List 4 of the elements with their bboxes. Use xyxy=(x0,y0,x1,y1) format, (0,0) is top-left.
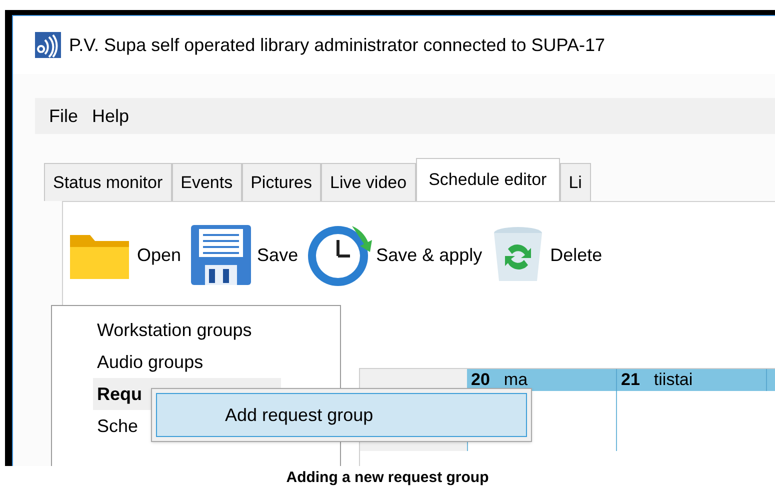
figure-caption: Adding a new request group xyxy=(285,468,490,488)
window-title: P.V. Supa self operated library administrator connected to SUPA-17 xyxy=(69,34,605,57)
day-header: 21 tiistai xyxy=(617,369,767,391)
day-header: 20 ma xyxy=(467,369,617,391)
